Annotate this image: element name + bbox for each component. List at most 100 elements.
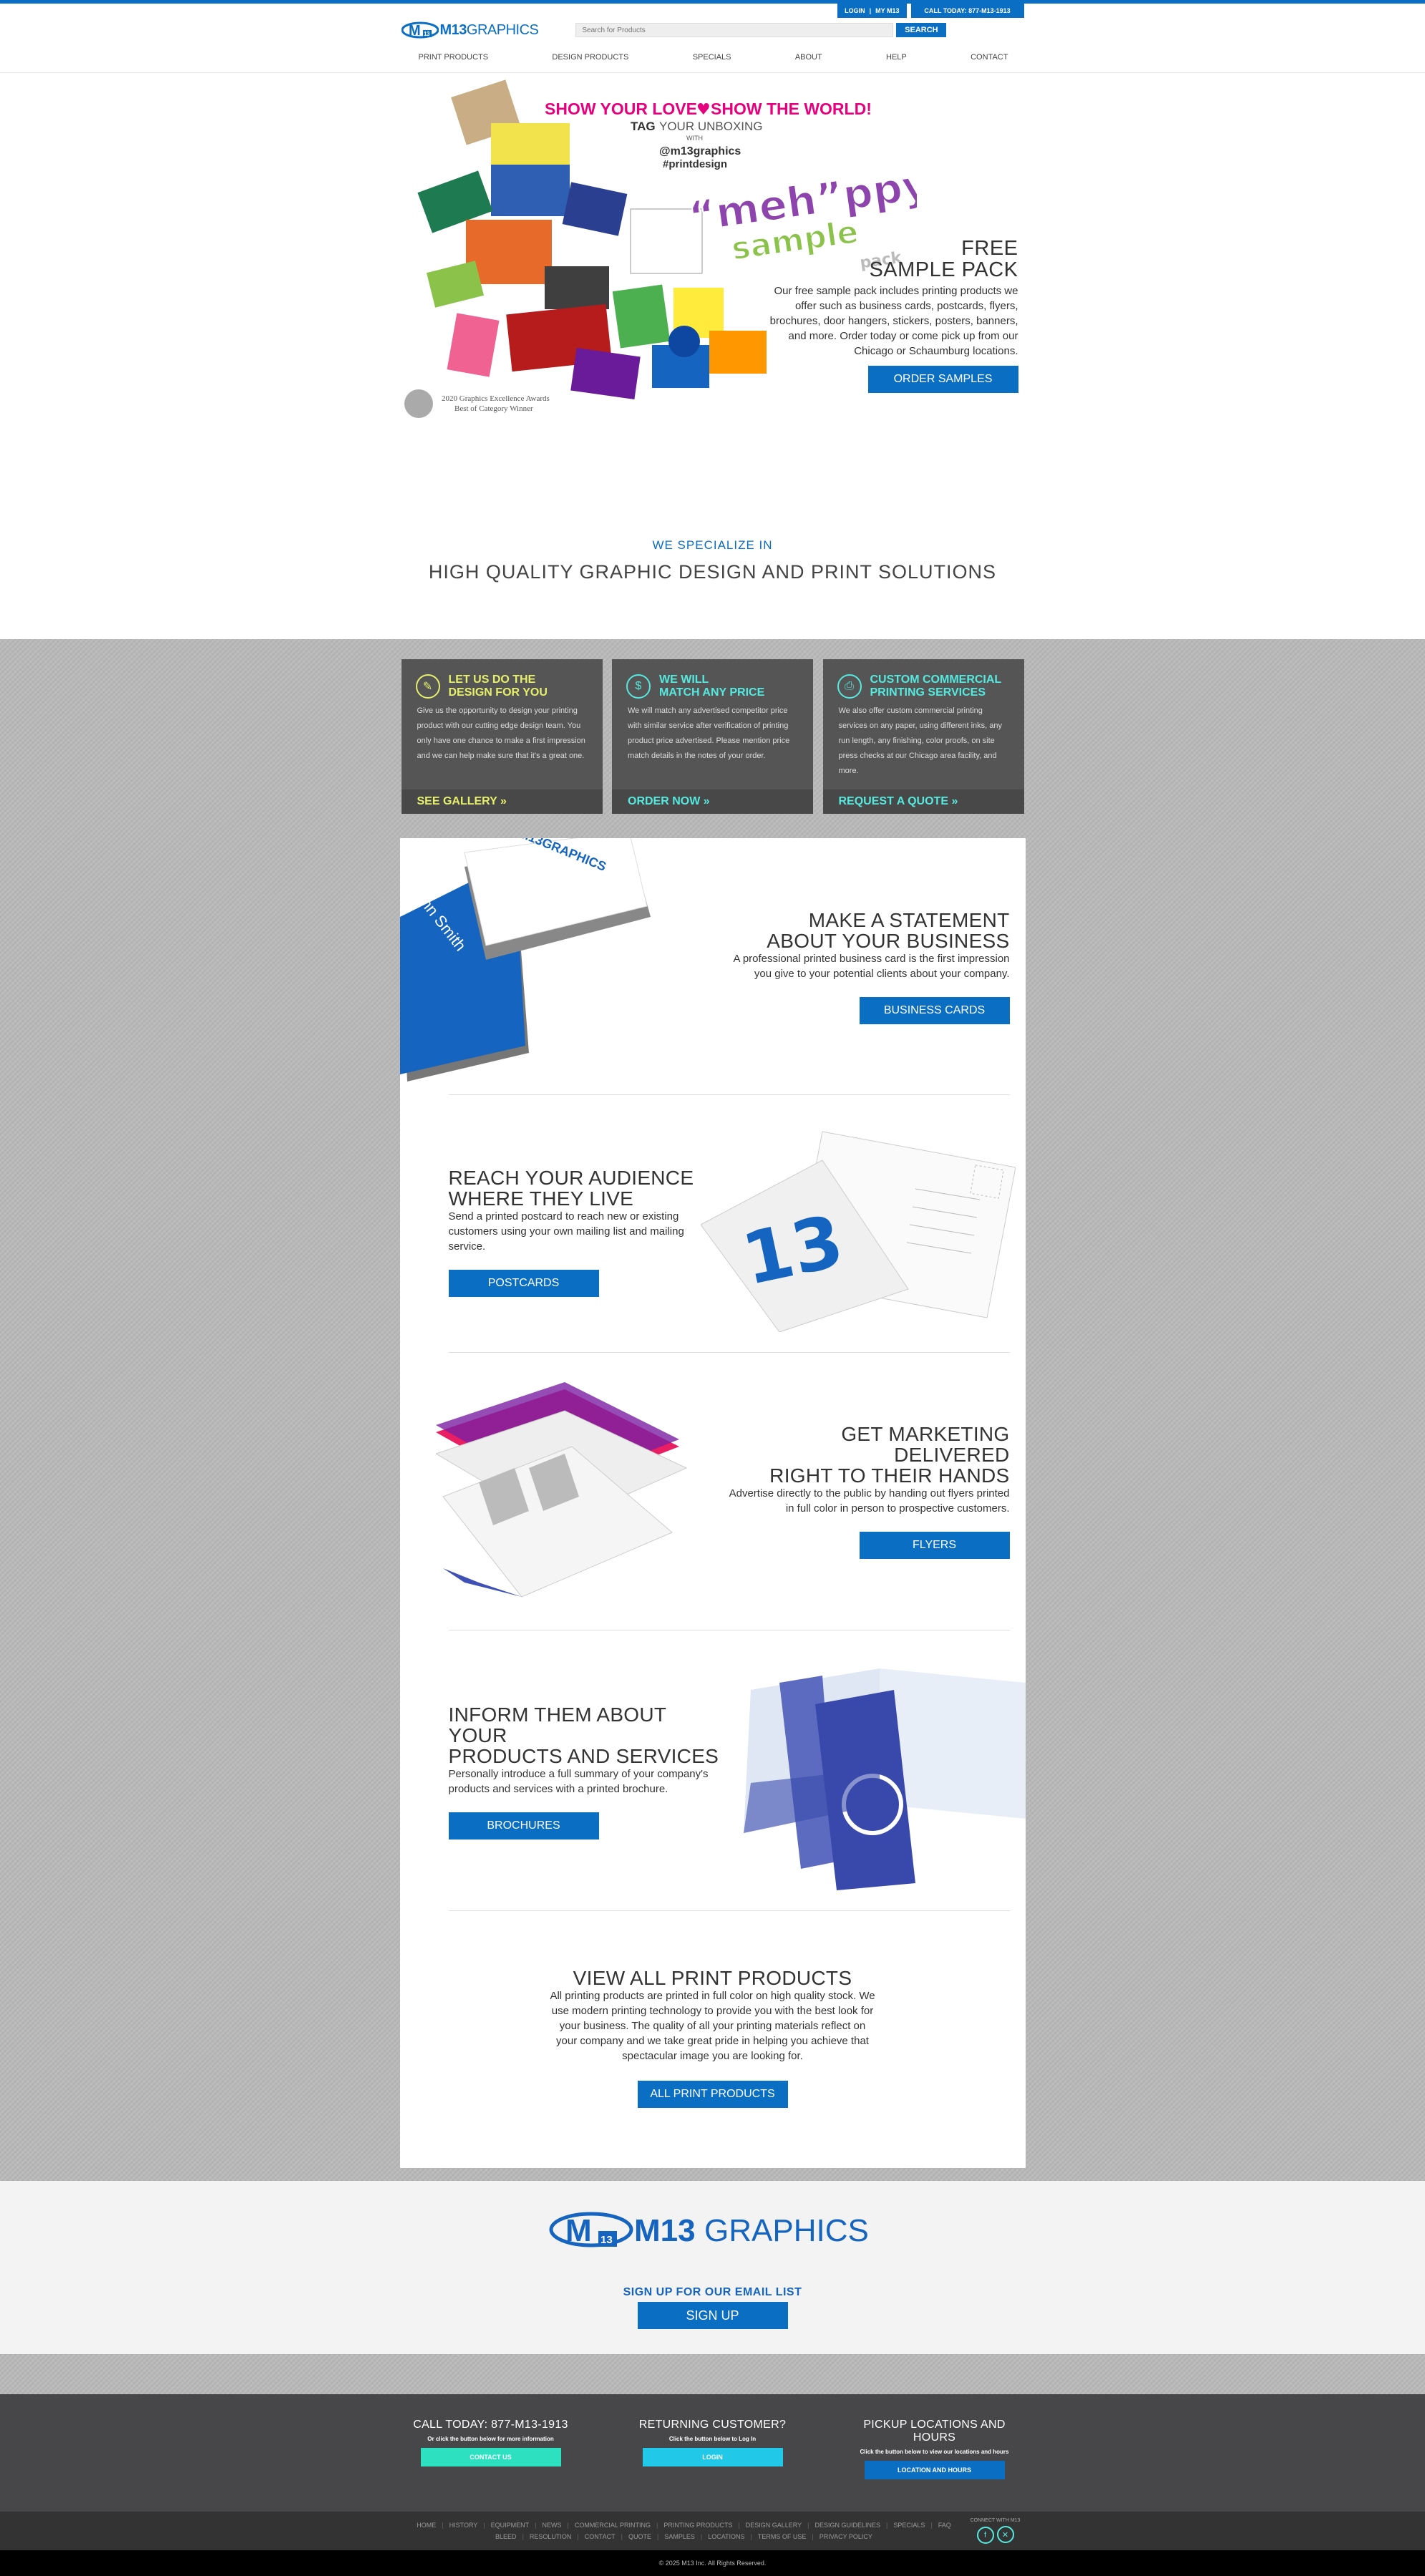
footer-link[interactable]: COMMERCIAL PRINTING <box>575 2522 651 2529</box>
footer-link[interactable]: PRINTING PRODUCTS <box>663 2522 732 2529</box>
divider <box>448 1910 1010 1911</box>
footer-link[interactable]: BLEED <box>495 2533 517 2540</box>
card-body: Give us the opportunity to design your p… <box>417 706 585 760</box>
account-tab: LOGIN | MY M13 <box>837 4 907 18</box>
order-samples-button[interactable]: ORDER SAMPLES <box>867 366 1018 393</box>
link-separator: | <box>442 2522 444 2529</box>
footer-call-sub: Or click the button below for more infor… <box>427 2436 554 2442</box>
nav-print-products[interactable]: PRINT PRODUCTS <box>419 53 489 62</box>
card-body: We also offer custom commercial printing… <box>838 706 1003 775</box>
commercial-card: ⎙ CUSTOM COMMERCIAL PRINTING SERVICES We a… <box>822 659 1024 814</box>
footer-call-title: CALL TODAY: 877-M13-1913 <box>413 2419 568 2431</box>
link-separator: | <box>567 2522 569 2529</box>
footer-link-list: HOME | HISTORY | EQUIPMENT | NEWS | COMMERCIAL P… <box>402 2519 967 2542</box>
link-separator: | <box>738 2522 740 2529</box>
footer-link[interactable]: HISTORY <box>449 2522 478 2529</box>
flyers-text: GET MARKETING DELIVERED RIGHT TO THEIR HAN… <box>724 1424 1010 1559</box>
request-quote-link[interactable]: REQUEST A QUOTE » <box>822 789 1024 814</box>
footer-link[interactable]: LOCATIONS <box>708 2533 744 2540</box>
footer-link[interactable]: SAMPLES <box>664 2533 695 2540</box>
promo-handle: @m13graphics <box>659 145 741 157</box>
brochures-description: Personally introduce a full summary of y… <box>448 1768 709 1795</box>
footer-links: HOME | HISTORY | EQUIPMENT | NEWS | COMMERCIAL P… <box>0 2512 1425 2550</box>
sign-up-button[interactable]: SIGN UP <box>637 2302 788 2329</box>
see-gallery-link[interactable]: SEE GALLERY » <box>401 789 603 814</box>
specialize-heading: HIGH QUALITY GRAPHIC DESIGN AND PRINT SO… <box>428 561 997 583</box>
nav-help[interactable]: HELP <box>886 53 907 62</box>
postcards-heading: REACH YOUR AUDIENCE WHERE THEY LIVE <box>448 1167 694 1210</box>
footer-link[interactable]: EQUIPMENT <box>491 2522 530 2529</box>
svg-text:GRAPHICS: GRAPHICS <box>704 2213 869 2248</box>
site-logo[interactable]: M 13 M13 GRAPHICS <box>401 21 539 39</box>
footer-texture-band <box>0 2354 1425 2394</box>
footer-link[interactable]: PRIVACY POLICY <box>820 2533 872 2540</box>
promo-with: WITH <box>686 135 703 142</box>
logo-text-bold: M13 <box>439 21 467 38</box>
call-today-tab[interactable]: CALL TODAY: 877-M13-1913 <box>910 4 1024 18</box>
search-input[interactable] <box>575 23 894 37</box>
divider <box>448 1094 1010 1095</box>
svg-text:M: M <box>565 2213 592 2248</box>
header: LOGIN | MY M13 CALL TODAY: 877-M13-1913 … <box>401 4 1024 42</box>
contact-us-button[interactable]: CONTACT US <box>420 2448 561 2466</box>
footer-logo[interactable]: M 13 M13 GRAPHICS <box>548 2208 877 2251</box>
all-print-products-button[interactable]: ALL PRINT PRODUCTS <box>637 2081 788 2108</box>
svg-text:M: M <box>409 23 420 39</box>
link-separator: | <box>577 2533 579 2540</box>
flyers-button[interactable]: FLYERS <box>859 1532 1010 1559</box>
facebook-icon[interactable]: f <box>976 2526 994 2544</box>
svg-text:13: 13 <box>600 2234 613 2246</box>
nav-contact[interactable]: CONTACT <box>971 53 1008 62</box>
card-title: WE WILL MATCH ANY PRICE <box>659 674 765 699</box>
business-cards-text: MAKE A STATEMENT ABOUT YOUR BUSINESS A pr… <box>724 910 1010 1024</box>
business-cards-button[interactable]: BUSINESS CARDS <box>859 997 1010 1024</box>
view-all-section: VIEW ALL PRINT PRODUCTS All printing pro… <box>400 1968 1026 2108</box>
m13-logo-mark-icon: M 13 <box>401 21 439 39</box>
link-separator: | <box>522 2533 524 2540</box>
flyers-image <box>435 1382 687 1598</box>
footer-login-title: RETURNING CUSTOMER? <box>638 2419 787 2431</box>
svg-text:13: 13 <box>424 31 430 37</box>
nav-about[interactable]: ABOUT <box>795 53 822 62</box>
link-separator: | <box>535 2522 537 2529</box>
footer-link[interactable]: TERMS OF USE <box>758 2533 807 2540</box>
footer-login-column: RETURNING CUSTOMER? Click the button bel… <box>623 2419 802 2479</box>
brochures-button[interactable]: BROCHURES <box>448 1812 599 1839</box>
link-separator: | <box>621 2533 623 2540</box>
postcards-button[interactable]: POSTCARDS <box>448 1270 599 1297</box>
svg-text:M13: M13 <box>634 2213 696 2248</box>
feature-cards: ✎ LET US DO THE DESIGN FOR YOU Give us the… <box>401 659 1024 814</box>
sample-pack-title: FREE SAMPLE PACK <box>761 238 1018 281</box>
print-products-panel: John Smith M13GRAPHICS MAKE A STATEMENT A… <box>399 838 1026 2168</box>
footer-locations-title: PICKUP LOCATIONS AND HOURS <box>863 2419 1006 2444</box>
promo-headline-right: SHOW THE WORLD! <box>711 99 872 118</box>
login-link[interactable]: LOGIN <box>845 7 865 14</box>
nav-design-products[interactable]: DESIGN PRODUCTS <box>552 53 628 62</box>
logo-text-light: GRAPHICS <box>466 21 539 38</box>
footer-link[interactable]: DESIGN GUIDELINES <box>814 2522 880 2529</box>
specialize-kicker: WE SPECIALIZE IN <box>652 538 773 552</box>
footer-link[interactable]: SPECIALS <box>893 2522 925 2529</box>
footer-link[interactable]: HOME <box>417 2522 436 2529</box>
footer-login-button[interactable]: LOGIN <box>642 2448 783 2466</box>
card-title: LET US DO THE DESIGN FOR YOU <box>448 674 548 699</box>
postcards-description: Send a printed postcard to reach new or … <box>448 1210 684 1253</box>
footer-link[interactable]: FAQ <box>938 2522 951 2529</box>
nav-specials[interactable]: SPECIALS <box>693 53 731 62</box>
footer-link[interactable]: RESOLUTION <box>530 2533 572 2540</box>
order-now-link[interactable]: ORDER NOW » <box>612 789 813 814</box>
footer-link[interactable]: CONTACT <box>585 2533 616 2540</box>
footer-link[interactable]: NEWS <box>543 2522 562 2529</box>
promo-hashtag: #printdesign <box>663 158 727 170</box>
my-m13-link[interactable]: MY M13 <box>875 7 899 14</box>
search-button[interactable]: SEARCH <box>896 23 947 37</box>
x-twitter-icon[interactable]: ✕ <box>996 2526 1014 2544</box>
promo-tag-rest: YOUR UNBOXING <box>659 120 763 133</box>
link-separator: | <box>700 2533 703 2540</box>
footer-link[interactable]: DESIGN GALLERY <box>746 2522 802 2529</box>
award-badge-icon <box>404 389 433 418</box>
footer-locations-sub: Click the button below to view our locat… <box>860 2449 1009 2455</box>
flyers-heading: GET MARKETING DELIVERED RIGHT TO THEIR HAN… <box>769 1423 1010 1487</box>
location-hours-button[interactable]: LOCATION AND HOURS <box>864 2461 1005 2479</box>
footer-link[interactable]: QUOTE <box>628 2533 651 2540</box>
